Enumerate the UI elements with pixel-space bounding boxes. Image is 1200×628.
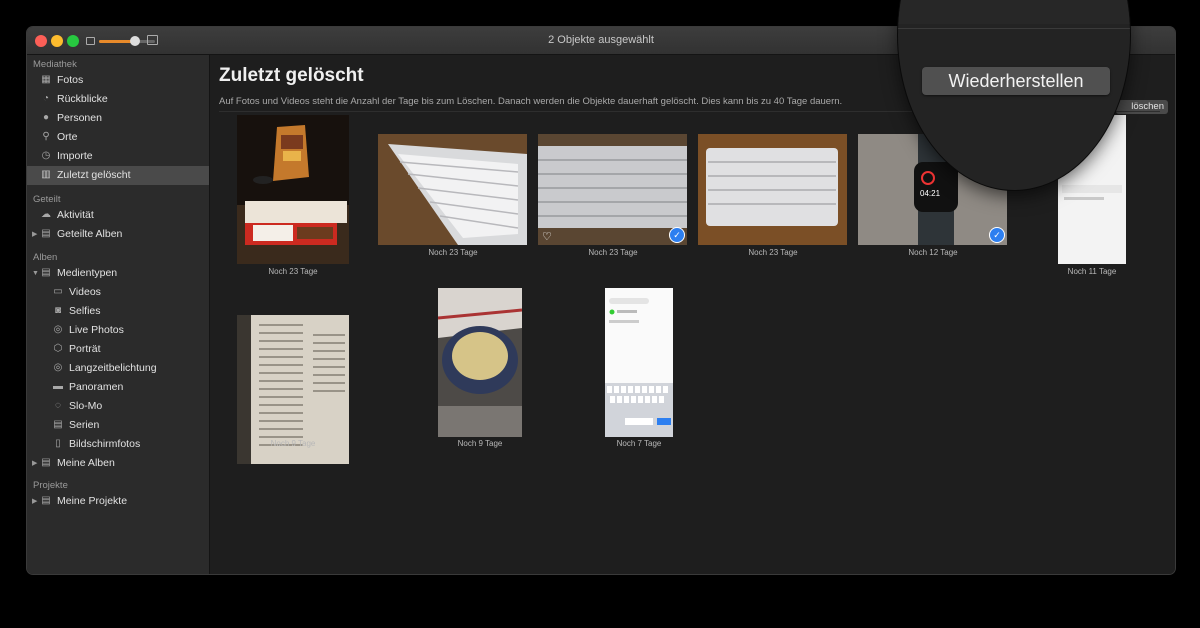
sidebar-item-label: Rückblicke: [57, 93, 108, 105]
live-photo-icon: ◎: [53, 324, 63, 335]
photos-icon: ▦: [41, 74, 51, 85]
sidebar-item-bildschirmfotos[interactable]: ▯ Bildschirmfotos: [27, 435, 209, 454]
sidebar-item-serien[interactable]: ▤ Serien: [27, 416, 209, 435]
sidebar-item-label: Aktivität: [57, 209, 94, 221]
photo-caption: Noch 9 Tage: [270, 439, 316, 448]
clock-icon: ◷: [41, 150, 51, 161]
sidebar-item-portraet[interactable]: ⬡ Porträt: [27, 340, 209, 359]
keyboard-photo-icon: [538, 134, 687, 245]
folder-icon: ▤: [41, 495, 51, 506]
sidebar-item-slo-mo[interactable]: ◌ Slo-Mo: [27, 397, 209, 416]
person-icon: ●: [42, 112, 50, 123]
sidebar-item-videos[interactable]: ▭ Videos: [27, 283, 209, 302]
keyboard-photo-icon: [698, 134, 847, 245]
sidebar-item-label: Meine Alben: [57, 457, 115, 469]
sidebar-item-meine-projekte[interactable]: ▶ ▤ Meine Projekte: [27, 492, 209, 511]
sidebar-item-label: Fotos: [57, 74, 84, 86]
video-icon: ▭: [53, 286, 63, 297]
sidebar-item-label: Langzeitbelichtung: [69, 362, 157, 374]
sidebar-item-geteilte-alben[interactable]: ▶ ▤ Geteilte Alben: [27, 225, 209, 244]
sidebar-item-label: Serien: [69, 419, 100, 431]
burst-icon: ▤: [53, 419, 63, 430]
photo-thumbnail[interactable]: [378, 134, 527, 245]
cloud-icon: ☁: [41, 209, 51, 220]
section-geteilt: Geteilt: [33, 194, 61, 205]
sidebar-item-meine-alben[interactable]: ▶ ▤ Meine Alben: [27, 454, 209, 473]
sidebar-item-label: Bildschirmfotos: [69, 438, 141, 450]
sidebar-item-langzeitbelichtung[interactable]: ◎ Langzeitbelichtung: [27, 359, 209, 378]
disclosure-triangle-icon[interactable]: ▼: [32, 264, 39, 283]
folder-icon: ▤: [41, 457, 51, 468]
long-exposure-icon: ◎: [53, 362, 63, 373]
sidebar-item-label: Geteilte Alben: [57, 228, 123, 240]
photo-caption: Noch 23 Tage: [748, 248, 798, 257]
photo-caption: Noch 23 Tage: [588, 248, 638, 257]
phone-icon: ▯: [55, 438, 61, 449]
photo-thumbnail[interactable]: [698, 134, 847, 245]
photo-caption: Noch 9 Tage: [457, 439, 503, 448]
memories-icon: ◔: [42, 93, 50, 104]
trash-icon: ▥: [41, 169, 51, 180]
sidebar-item-panoramen[interactable]: ▬ Panoramen: [27, 378, 209, 397]
photo-caption: Noch 11 Tage: [1067, 267, 1117, 276]
disclosure-triangle-icon[interactable]: ▶: [32, 454, 37, 473]
sidebar-item-label: Selfies: [69, 305, 101, 317]
sidebar-item-rueckblicke[interactable]: ◔ Rückblicke: [27, 90, 209, 109]
slomo-icon: ◌: [55, 400, 61, 411]
panorama-icon: ▬: [53, 381, 63, 392]
photo-caption: Noch 23 Tage: [428, 248, 478, 257]
sidebar-item-label: Slo-Mo: [69, 400, 103, 412]
sidebar: Mediathek ▦ Fotos ◔ Rückblicke ● Persone…: [27, 55, 210, 574]
photo-thumbnail[interactable]: ♡ ✓: [538, 134, 687, 245]
sidebar-item-fotos[interactable]: ▦ Fotos: [27, 71, 209, 90]
selection-checkmark-icon: ✓: [669, 227, 685, 243]
photo-caption: Noch 7 Tage: [616, 439, 662, 448]
magnifier-divider: [898, 28, 1130, 29]
sidebar-item-label: Importe: [57, 150, 93, 162]
keyboard-photo-icon: [378, 134, 527, 245]
magnifier-toolbar: [898, 0, 1130, 24]
sidebar-item-label: Personen: [57, 112, 102, 124]
photo-thumbnail[interactable]: [237, 115, 349, 264]
screenshot-photo-icon: [605, 288, 673, 437]
sidebar-item-label: Videos: [69, 286, 101, 298]
sidebar-item-selfies[interactable]: ◙ Selfies: [27, 302, 209, 321]
photo-thumbnail[interactable]: [605, 288, 673, 437]
svg-text:04:21: 04:21: [920, 189, 941, 198]
sidebar-item-importe[interactable]: ◷ Importe: [27, 147, 209, 166]
selection-checkmark-icon: ✓: [989, 227, 1005, 243]
sidebar-item-label: Live Photos: [69, 324, 124, 336]
heart-icon[interactable]: ♡: [542, 230, 552, 243]
section-alben: Alben: [33, 252, 58, 263]
folder-icon: ▤: [41, 267, 51, 278]
section-mediathek: Mediathek: [33, 59, 77, 70]
sidebar-item-orte[interactable]: ⚲ Orte: [27, 128, 209, 147]
cube-icon: ⬡: [53, 343, 63, 354]
sidebar-item-label: Meine Projekte: [57, 495, 128, 507]
sidebar-item-personen[interactable]: ● Personen: [27, 109, 209, 128]
sidebar-item-aktivitaet[interactable]: ☁ Aktivität: [27, 206, 209, 225]
disclosure-triangle-icon[interactable]: ▶: [32, 225, 37, 244]
sidebar-item-live-photos[interactable]: ◎ Live Photos: [27, 321, 209, 340]
photo-caption: Noch 23 Tage: [268, 267, 318, 276]
sidebar-item-label: Porträt: [69, 343, 101, 355]
sidebar-item-label: Orte: [57, 131, 78, 143]
disclosure-triangle-icon[interactable]: ▶: [32, 492, 37, 511]
sidebar-item-label: Zuletzt gelöscht: [57, 169, 131, 181]
snacks-photo-icon: [237, 115, 349, 264]
pin-icon: ⚲: [42, 131, 50, 142]
section-projekte: Projekte: [33, 480, 68, 491]
photo-caption: Noch 12 Tage: [908, 248, 958, 257]
sidebar-item-label: Panoramen: [69, 381, 124, 393]
photo-thumbnail[interactable]: [438, 288, 522, 437]
sidebar-item-medientypen[interactable]: ▼ ▤ Medientypen: [27, 264, 209, 283]
sidebar-item-zuletzt-geloescht[interactable]: ▥ Zuletzt gelöscht: [27, 166, 209, 185]
restore-button[interactable]: Wiederherstellen: [922, 67, 1110, 95]
page-title: Zuletzt gelöscht: [219, 65, 364, 86]
folder-icon: ▤: [41, 228, 51, 239]
sidebar-item-label: Medientypen: [57, 267, 118, 279]
dough-photo-icon: [438, 288, 522, 437]
camera-icon: ◙: [54, 305, 62, 316]
page-description: Auf Fotos und Videos steht die Anzahl de…: [219, 96, 843, 107]
